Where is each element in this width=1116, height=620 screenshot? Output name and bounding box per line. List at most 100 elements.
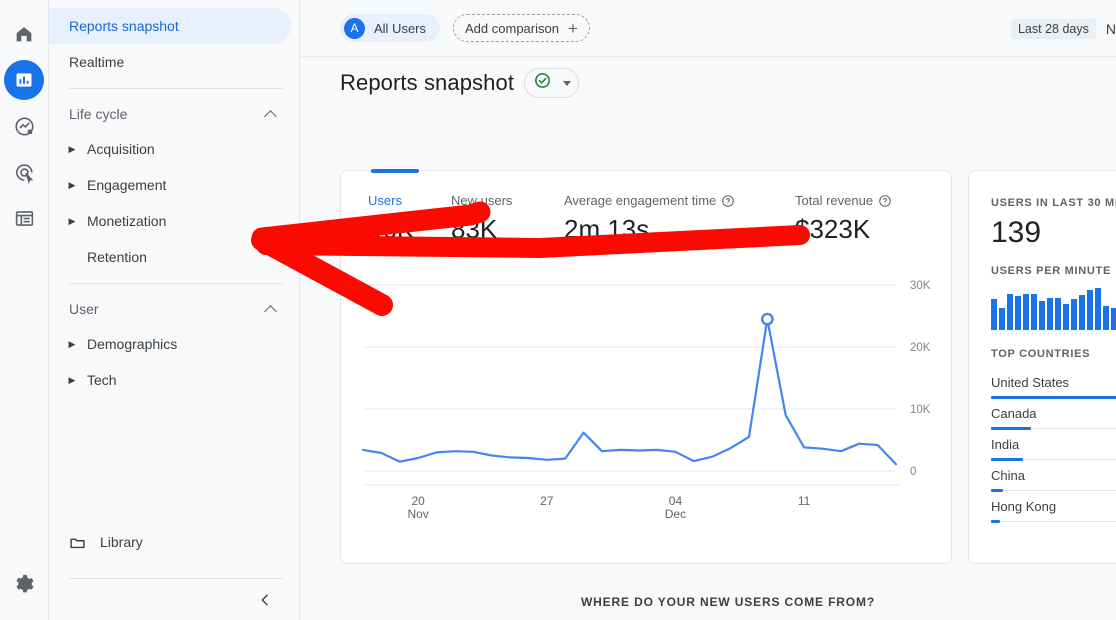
sparkline-bar <box>1047 298 1053 330</box>
help-icon[interactable] <box>721 194 735 208</box>
chevron-down-icon <box>563 81 571 86</box>
sidebar-item-label: Retention <box>81 249 147 265</box>
metric-value: $323K <box>795 214 945 245</box>
page-title: Reports snapshot <box>340 70 514 96</box>
sparkline-bar <box>1103 306 1109 330</box>
date-range-selector[interactable]: Last 28 days <box>1011 19 1096 39</box>
metric-new-users[interactable]: New users 83K <box>451 193 564 263</box>
sidebar-item-monetization[interactable]: ▶ Monetization <box>49 203 291 239</box>
country-row[interactable]: United States <box>991 367 1116 398</box>
gear-icon[interactable] <box>4 564 44 604</box>
svg-text:Nov: Nov <box>407 507 428 521</box>
folder-icon <box>69 534 86 551</box>
line-chart-svg: 30K20K10K020Nov2704Dec11 <box>341 271 953 521</box>
advertising-icon[interactable] <box>4 152 44 192</box>
sidebar-item-demographics[interactable]: ▶ Demographics <box>49 326 291 362</box>
country-row[interactable]: China <box>991 460 1116 491</box>
icon-rail <box>0 0 48 620</box>
metric-avg-engagement-time[interactable]: Average engagement time 2m 13s <box>564 193 795 263</box>
header-truncated-text: N <box>1106 21 1116 37</box>
sparkline-bar <box>1007 294 1013 330</box>
main-content: A All Users Add comparison + Last 28 day… <box>301 0 1116 620</box>
top-countries-caption: TOP COUNTRIES <box>991 348 1116 360</box>
sparkline-bar <box>1095 288 1101 330</box>
header-right-group: Last 28 days N <box>1011 0 1116 57</box>
sparkline-bar <box>1055 298 1061 330</box>
users-per-minute-caption: USERS PER MINUTE <box>991 265 1116 277</box>
chevron-right-icon: ▶ <box>63 339 81 350</box>
svg-text:10K: 10K <box>910 404 931 416</box>
metric-label: New users <box>451 193 564 208</box>
page-title-row: Reports snapshot <box>340 68 579 98</box>
home-icon[interactable] <box>4 14 44 54</box>
add-comparison-button[interactable]: Add comparison + <box>453 14 590 42</box>
metric-label: Total revenue <box>795 193 873 208</box>
sidebar-group-life-cycle[interactable]: Life cycle <box>49 97 299 131</box>
sparkline-bar <box>1031 294 1037 330</box>
chevron-right-icon: ▶ <box>63 375 81 386</box>
sparkline-bar <box>1063 304 1069 330</box>
sparkline-bar <box>1023 294 1029 330</box>
header-bar: A All Users Add comparison + Last 28 day… <box>301 0 1116 57</box>
sidebar-item-acquisition[interactable]: ▶ Acquisition <box>49 131 291 167</box>
metric-value: 2m 13s <box>564 214 795 245</box>
country-name: China <box>991 468 1116 490</box>
svg-text:27: 27 <box>540 494 554 508</box>
audience-avatar: A <box>344 18 365 39</box>
app-root: Reports snapshot Realtime Life cycle ▶ A… <box>0 0 1116 620</box>
chevron-up-icon <box>265 108 277 120</box>
report-status-dropdown[interactable] <box>524 68 579 98</box>
country-row[interactable]: India <box>991 429 1116 460</box>
check-circle-icon <box>533 71 552 95</box>
metric-value: 96K <box>368 214 451 245</box>
country-row[interactable]: Canada <box>991 398 1116 429</box>
realtime-card: USERS IN LAST 30 MI 139 USERS PER MINUTE… <box>968 170 1116 564</box>
bottom-section-heading: WHERE DO YOUR NEW USERS COME FROM? <box>340 595 1116 609</box>
configure-icon[interactable] <box>4 198 44 238</box>
country-name: United States <box>991 375 1116 397</box>
svg-text:0: 0 <box>910 466 916 478</box>
sidebar-item-label: Monetization <box>81 213 166 229</box>
country-row[interactable]: Hong Kong <box>991 491 1116 522</box>
reports-icon[interactable] <box>4 60 44 100</box>
chevron-right-icon: ▶ <box>63 180 81 191</box>
sidebar-item-retention[interactable]: Retention <box>49 239 291 275</box>
country-name: India <box>991 437 1116 459</box>
svg-text:20: 20 <box>411 494 425 508</box>
sparkline-bar <box>999 308 1005 330</box>
sidebar-item-realtime[interactable]: Realtime <box>49 44 291 80</box>
sidebar-item-label: Library <box>100 534 143 550</box>
sidebar-item-reports-snapshot[interactable]: Reports snapshot <box>49 8 291 44</box>
sidebar-group-user[interactable]: User <box>49 292 299 326</box>
sidebar-group-label: Life cycle <box>69 106 127 122</box>
realtime-inner: USERS IN LAST 30 MI 139 USERS PER MINUTE… <box>991 197 1116 522</box>
metric-total-revenue[interactable]: Total revenue $323K <box>795 193 945 263</box>
sidebar-item-label: Realtime <box>69 54 124 70</box>
sidebar-item-label: Acquisition <box>81 141 155 157</box>
sparkline-bar <box>1071 299 1077 330</box>
users-line-chart[interactable]: 30K20K10K020Nov2704Dec11 <box>341 271 951 521</box>
sidebar-group-label: User <box>69 301 99 317</box>
sparkline-bar <box>1079 295 1085 330</box>
sparkline-bar <box>1039 301 1045 330</box>
sparkline-bar <box>991 299 997 330</box>
help-icon[interactable] <box>878 194 892 208</box>
sidebar-nav: Reports snapshot Realtime Life cycle ▶ A… <box>48 0 300 620</box>
audience-chip-all-users[interactable]: A All Users <box>340 14 440 42</box>
chevron-left-icon[interactable] <box>253 588 277 612</box>
metric-value: 83K <box>451 214 564 245</box>
metric-label-wrap: Total revenue <box>795 193 945 208</box>
users-last-30-min-caption: USERS IN LAST 30 MI <box>991 197 1116 209</box>
sidebar-divider-2 <box>69 283 283 284</box>
sidebar-item-label: Engagement <box>81 177 166 193</box>
active-metric-indicator <box>371 169 419 173</box>
sidebar-item-engagement[interactable]: ▶ Engagement <box>49 167 291 203</box>
sidebar-item-library[interactable]: Library <box>49 524 299 560</box>
explore-icon[interactable] <box>4 106 44 146</box>
country-bar-fill <box>991 520 1000 523</box>
sidebar-item-tech[interactable]: ▶ Tech <box>49 362 291 398</box>
metric-users[interactable]: Users 96K <box>368 193 451 263</box>
svg-text:11: 11 <box>798 494 811 508</box>
sparkline-bar <box>1111 308 1116 330</box>
country-bar-track <box>991 521 1116 522</box>
